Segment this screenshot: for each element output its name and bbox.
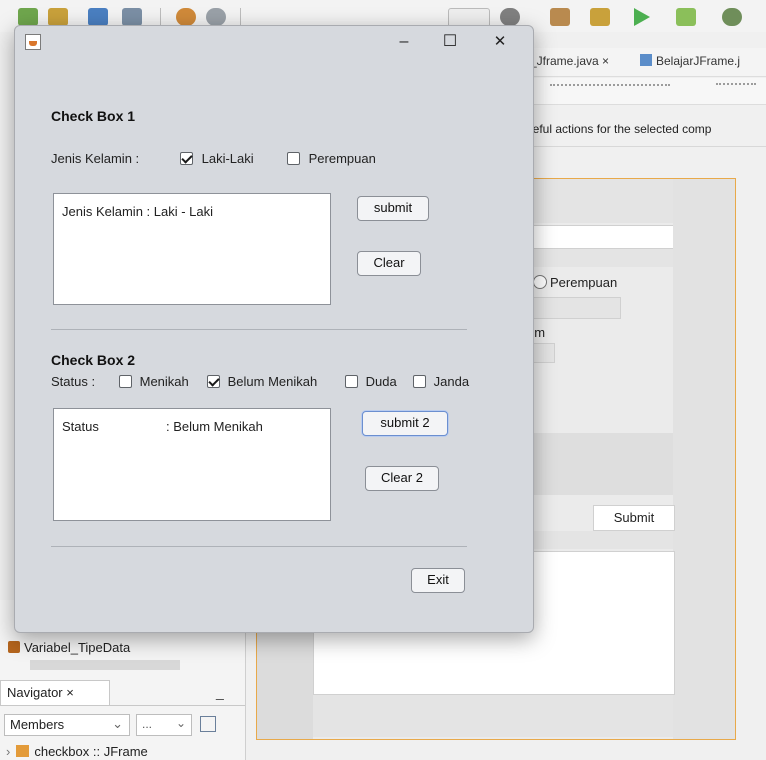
clear-2-button[interactable]: Clear 2 [365, 466, 439, 491]
checkbox-janda[interactable]: Janda [413, 374, 469, 389]
checkbox-dialog-window: – ☐ ✕ Check Box 1 Jenis Kelamin : Laki-L… [14, 25, 534, 633]
project-item[interactable]: Variabel_TipeData [8, 640, 130, 655]
chevron-down-icon: ⌄ [112, 716, 123, 731]
output-textarea-1[interactable]: Jenis Kelamin : Laki - Laki [53, 193, 331, 305]
jframe-class-icon [16, 745, 30, 757]
checkbox-belum-menikah[interactable]: Belum Menikah [207, 374, 317, 389]
navigator-tree-item[interactable]: › checkbox :: JFrame [6, 744, 148, 759]
project-item-label: Variabel_TipeData [24, 640, 131, 655]
designer-radio[interactable]: Perempuan [533, 275, 617, 290]
undo-icon[interactable] [176, 8, 196, 26]
section-separator [51, 329, 467, 330]
close-button[interactable]: ✕ [489, 32, 511, 52]
checkbox-unchecked-icon[interactable] [119, 375, 132, 388]
debug-icon[interactable] [676, 8, 696, 26]
checkbox-checked-icon[interactable] [180, 152, 193, 165]
checkbox-menikah[interactable]: Menikah [119, 374, 189, 389]
output-key-2: Status [62, 419, 99, 434]
designer-field[interactable] [533, 297, 621, 319]
designer-cell [313, 695, 673, 737]
resize-icons[interactable] [716, 83, 756, 99]
hammer-icon[interactable] [590, 8, 610, 26]
redo-icon[interactable] [206, 8, 226, 26]
filter-dropdown[interactable]: ... ⌄ [136, 714, 192, 736]
checkbox-unchecked-icon[interactable] [345, 375, 358, 388]
chevron-down-icon: ⌄ [175, 716, 186, 730]
clear-button[interactable]: Clear [357, 251, 421, 276]
expand-arrow-icon: › [6, 744, 11, 759]
submit-2-button[interactable]: submit 2 [362, 411, 448, 436]
filter-dropdown-label: ... [142, 717, 153, 731]
output-textarea-2[interactable]: Status : Belum Menikah [53, 408, 331, 521]
checkbox-checked-icon[interactable] [207, 375, 220, 388]
editor-tab-label: BelajarJFrame.j [656, 54, 741, 68]
editor-tab-belajarjframe[interactable]: BelajarJFrame.j [640, 54, 740, 68]
status-label: Status : [51, 374, 96, 389]
editor-tab-jframe[interactable]: _Jframe.java × [530, 54, 609, 68]
designer-submit-button[interactable]: Submit [593, 505, 675, 531]
members-dropdown[interactable]: Members ⌄ [4, 714, 130, 736]
open-project-icon[interactable] [48, 8, 68, 26]
output-value-2: : Belum Menikah [166, 419, 263, 434]
checkbox-belum-menikah-label: Belum Menikah [227, 374, 318, 389]
build-icon[interactable] [500, 8, 520, 26]
checkbox-duda-label: Duda [365, 374, 397, 389]
checkbox-laki-laki[interactable]: Laki-Laki [180, 151, 254, 166]
divider [0, 705, 245, 706]
horizontal-scrollbar[interactable] [30, 660, 180, 670]
save-all-icon[interactable] [122, 8, 142, 26]
checkbox-janda-label: Janda [433, 374, 470, 389]
form-designer-toolbar [520, 78, 766, 105]
window-titlebar[interactable]: – ☐ ✕ [15, 26, 533, 58]
gender-label: Jenis Kelamin : [51, 151, 140, 166]
java-cup-icon [8, 641, 20, 653]
clean-build-icon[interactable] [550, 8, 570, 26]
java-form-icon [640, 54, 652, 66]
alignment-icons[interactable] [550, 84, 670, 98]
checkbox-unchecked-icon[interactable] [287, 152, 300, 165]
checkbox-duda[interactable]: Duda [345, 374, 397, 389]
maximize-button[interactable]: ☐ [439, 32, 461, 52]
java-app-icon [25, 34, 41, 50]
navigator-settings-icon[interactable] [200, 716, 216, 732]
minimize-panel-button[interactable]: _ [216, 684, 224, 700]
section2-title: Check Box 2 [51, 352, 136, 368]
output-text-1: Jenis Kelamin : Laki - Laki [62, 204, 214, 219]
navigator-tree-item-label: checkbox :: JFrame [34, 744, 148, 759]
checkbox-unchecked-icon[interactable] [413, 375, 426, 388]
checkbox-perempuan[interactable]: Perempuan [287, 151, 376, 166]
run-icon[interactable] [634, 8, 650, 26]
editor-tabs: _Jframe.java × BelajarJFrame.j [520, 48, 766, 77]
radio-icon [533, 275, 547, 289]
members-dropdown-label: Members [10, 717, 65, 732]
section1-title: Check Box 1 [51, 108, 136, 124]
checkbox-perempuan-label: Perempuan [308, 151, 376, 166]
designer-hint: useful actions for the selected comp [520, 122, 766, 147]
submit-button[interactable]: submit [357, 196, 429, 221]
designer-right-column [673, 179, 735, 739]
navigator-tab[interactable]: Navigator × [0, 680, 110, 706]
checkbox-menikah-label: Menikah [139, 374, 189, 389]
profile-icon[interactable] [722, 8, 742, 26]
exit-button[interactable]: Exit [411, 568, 465, 593]
save-icon[interactable] [88, 8, 108, 26]
new-file-icon[interactable] [18, 8, 38, 26]
section-separator [51, 546, 467, 547]
checkbox-laki-laki-label: Laki-Laki [201, 151, 254, 166]
designer-radio-label: Perempuan [550, 275, 618, 290]
minimize-button[interactable]: – [393, 32, 415, 52]
